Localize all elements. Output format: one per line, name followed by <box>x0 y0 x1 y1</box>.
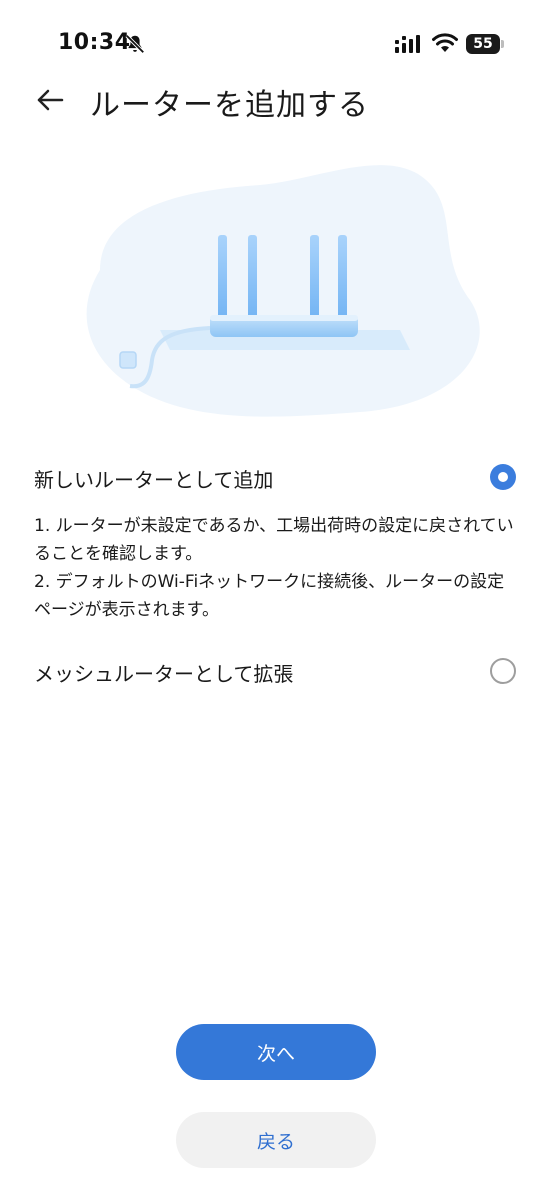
status-time: 10:34 <box>58 30 131 55</box>
bell-off-icon <box>125 34 145 54</box>
battery-icon: 55 <box>466 34 504 54</box>
add-router-screen: 10:34 55 ルーターを追加する 新しいルーターとして追加 1. ルーターが… <box>0 0 552 1200</box>
option-label-mesh-router: メッシュルーターとして拡張 <box>34 662 294 686</box>
option-new-router[interactable]: 新しいルーターとして追加 <box>0 450 552 506</box>
description-step-2: 2. デフォルトのWi-Fiネットワークに接続後、ルーターの設定ページが表示され… <box>34 572 505 620</box>
radio-new-router[interactable] <box>490 464 516 490</box>
option-mesh-router[interactable]: メッシュルーターとして拡張 <box>0 644 552 700</box>
option-label-new-router: 新しいルーターとして追加 <box>34 468 274 492</box>
back-bottom-button[interactable]: 戻る <box>176 1112 376 1168</box>
wifi-icon <box>432 33 458 52</box>
radio-mesh-router[interactable] <box>490 658 516 684</box>
signal-icon <box>395 35 420 53</box>
next-button-label: 次へ <box>256 1042 295 1065</box>
header: ルーターを追加する <box>0 70 552 130</box>
next-button[interactable]: 次へ <box>176 1024 376 1080</box>
page-title: ルーターを追加する <box>90 88 369 123</box>
option-description: 1. ルーターが未設定であるか、工場出荷時の設定に戻されていることを確認します。… <box>34 512 516 624</box>
description-step-1: 1. ルーターが未設定であるか、工場出荷時の設定に戻されていることを確認します。 <box>34 516 514 564</box>
back-button[interactable] <box>28 80 72 120</box>
router-illustration <box>86 165 480 417</box>
battery-level: 55 <box>473 36 493 52</box>
back-button-label: 戻る <box>256 1130 295 1153</box>
arrow-left-icon <box>37 89 64 111</box>
